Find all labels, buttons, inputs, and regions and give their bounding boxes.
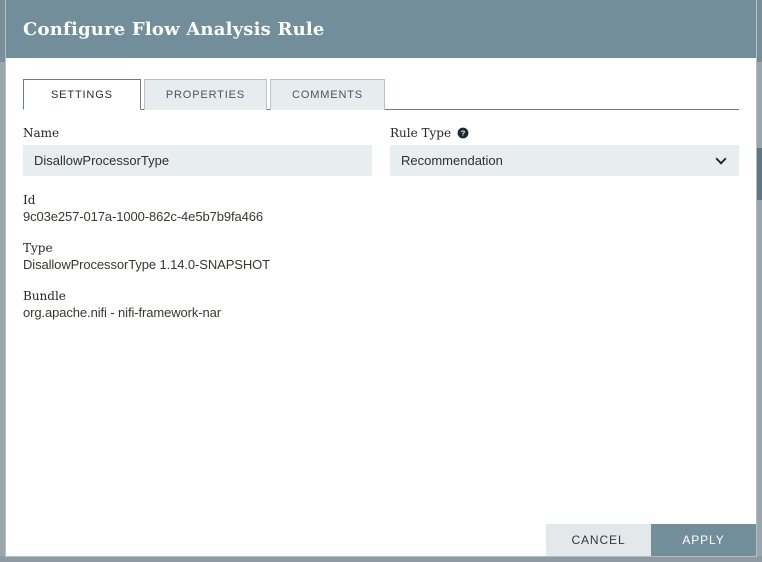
- tab-properties[interactable]: PROPERTIES: [144, 79, 267, 110]
- help-circle-icon[interactable]: ?: [457, 127, 469, 139]
- detail-bundle-label: Bundle: [23, 289, 739, 303]
- chevron-down-icon[interactable]: [714, 154, 728, 168]
- detail-id: Id 9c03e257-017a-1000-862c-4e5b7b9fa466: [23, 193, 739, 224]
- tab-settings[interactable]: SETTINGS: [23, 79, 141, 110]
- dialog-footer: CANCEL APPLY: [6, 524, 756, 556]
- detail-type-label: Type: [23, 241, 739, 255]
- tab-area: SETTINGS PROPERTIES COMMENTS: [6, 58, 756, 110]
- dialog-title: Configure Flow Analysis Rule: [23, 19, 325, 40]
- detail-type-value: DisallowProcessorType 1.14.0-SNAPSHOT: [23, 257, 739, 272]
- form-row-primary: Name DisallowProcessorType Rule Type ? R…: [23, 126, 739, 176]
- rule-type-label: Rule Type ?: [390, 126, 739, 140]
- rule-type-field-group: Rule Type ? Recommendation: [390, 126, 739, 176]
- rule-type-select[interactable]: Recommendation: [390, 145, 739, 176]
- detail-id-label: Id: [23, 193, 739, 207]
- apply-button[interactable]: APPLY: [651, 524, 756, 556]
- dialog-body: Name DisallowProcessorType Rule Type ? R…: [6, 126, 756, 320]
- tab-comments[interactable]: COMMENTS: [270, 79, 385, 110]
- detail-type: Type DisallowProcessorType 1.14.0-SNAPSH…: [23, 241, 739, 272]
- detail-bundle-value: org.apache.nifi - nifi-framework-nar: [23, 305, 739, 320]
- configure-flow-analysis-rule-dialog: Configure Flow Analysis Rule SETTINGS PR…: [5, 0, 757, 557]
- name-field-group: Name DisallowProcessorType: [23, 126, 372, 176]
- dialog-header: Configure Flow Analysis Rule: [6, 0, 756, 58]
- rule-type-label-text: Rule Type: [390, 126, 451, 140]
- detail-id-value: 9c03e257-017a-1000-862c-4e5b7b9fa466: [23, 209, 739, 224]
- cancel-button[interactable]: CANCEL: [546, 524, 651, 556]
- svg-text:?: ?: [461, 129, 466, 138]
- tab-strip: SETTINGS PROPERTIES COMMENTS: [23, 77, 739, 110]
- detail-bundle: Bundle org.apache.nifi - nifi-framework-…: [23, 289, 739, 320]
- name-label-text: Name: [23, 126, 59, 140]
- name-label: Name: [23, 126, 372, 140]
- rule-type-selected-value: Recommendation: [401, 153, 503, 168]
- name-input[interactable]: DisallowProcessorType: [23, 145, 372, 176]
